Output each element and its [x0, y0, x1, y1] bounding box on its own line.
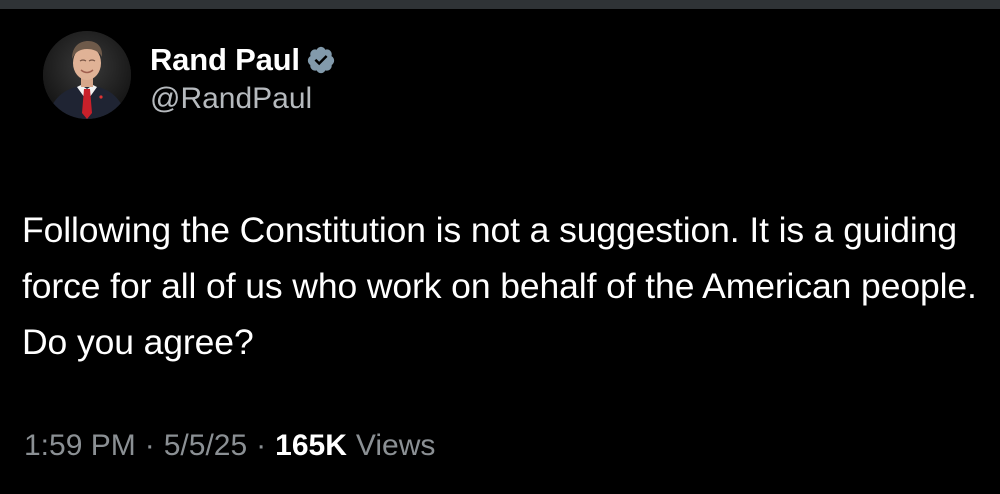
tweet-card: Rand Paul @RandPaul Following the Consti…	[0, 9, 1000, 494]
tweet-date[interactable]: 5/5/25	[164, 429, 247, 463]
views-label: Views	[355, 429, 436, 462]
profile-photo-icon	[43, 31, 131, 119]
name-row: Rand Paul	[150, 40, 336, 80]
meta-separator: ·	[144, 429, 155, 462]
author-identity: Rand Paul @RandPaul	[150, 40, 336, 116]
tweet-meta: 1:59 PM · 5/5/25 · 165K Views	[24, 429, 435, 463]
verified-badge-icon[interactable]	[306, 45, 336, 75]
views-count[interactable]: 165K	[275, 429, 347, 463]
window-top-bar	[0, 0, 1000, 9]
user-handle[interactable]: @RandPaul	[150, 82, 336, 116]
tweet-text: Following the Constitution is not a sugg…	[22, 210, 977, 362]
avatar[interactable]	[43, 31, 131, 119]
meta-separator: ·	[256, 429, 267, 462]
display-name[interactable]: Rand Paul	[150, 42, 300, 78]
tweet-time[interactable]: 1:59 PM	[24, 429, 136, 463]
